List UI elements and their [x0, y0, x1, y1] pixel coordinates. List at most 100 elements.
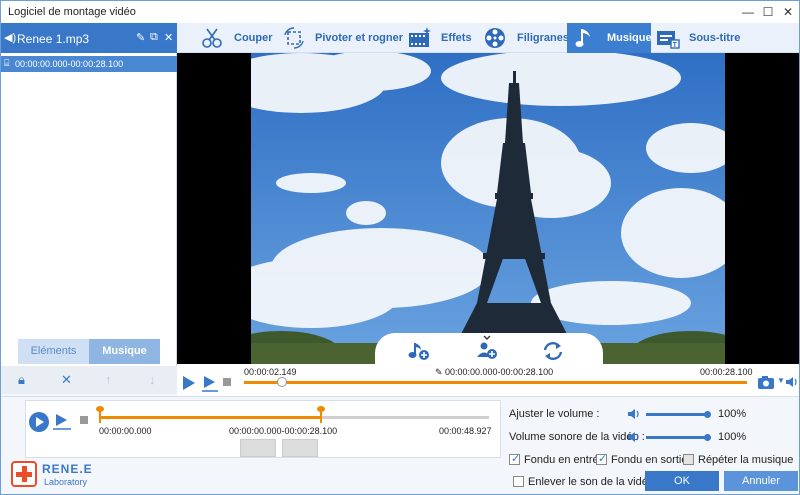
video-frame	[251, 53, 725, 364]
trim-start-handle[interactable]	[96, 406, 104, 423]
music-volume-thumb[interactable]	[704, 411, 711, 418]
trim-selection	[99, 416, 321, 419]
music-overlay-controls	[375, 333, 603, 364]
add-music-icon[interactable]	[407, 341, 431, 361]
film-effects-icon	[409, 27, 431, 47]
seek-thumb[interactable]	[277, 377, 288, 387]
delete-icon[interactable]: ✕	[61, 372, 72, 388]
music-volume-slider[interactable]	[646, 413, 707, 416]
pen-icon: ✎	[435, 367, 443, 377]
video-volume-value: 100%	[718, 431, 747, 443]
repeat-music-check[interactable]	[683, 454, 694, 465]
tab-effets[interactable]: Effets	[407, 23, 477, 53]
close-button[interactable]: ✕	[778, 3, 798, 21]
play-range-icon[interactable]	[202, 375, 218, 393]
repeat-music-label: Répéter la musique	[698, 454, 794, 466]
video-preview	[177, 53, 799, 364]
trim-end-time: 00:00:48.927	[439, 426, 492, 436]
file-clip-range[interactable]: ⌸ 00:00:00.000-00:00:28.100	[1, 56, 177, 72]
camera-icon[interactable]	[757, 374, 777, 390]
tab-filigranes[interactable]: Filigranes	[483, 23, 569, 53]
player-range: 00:00:00.000-00:00:28.100	[445, 367, 554, 377]
speaker-icon: ◀)	[4, 32, 17, 44]
tab-pivoter[interactable]: Pivoter et rogner	[281, 23, 404, 53]
video-volume-label: Volume sonore de la vidéo :	[509, 431, 645, 443]
repeat-music-checkbox[interactable]: Répéter la musique	[683, 454, 793, 466]
tab-musique[interactable]: Musique	[89, 339, 160, 364]
video-volume-slider[interactable]	[646, 436, 707, 439]
end-time: 00:00:28.100	[700, 367, 753, 377]
remove-icon[interactable]: ✕	[164, 31, 173, 44]
ok-button[interactable]: OK	[645, 471, 719, 491]
trim-stop-icon[interactable]	[80, 416, 88, 424]
logo-name: RENE.E	[42, 462, 93, 476]
trim-play-range-icon[interactable]	[53, 413, 73, 431]
fade-out-check[interactable]	[596, 452, 607, 465]
current-time: 00:00:02.149	[244, 367, 297, 377]
left-toolbar: 🔒︎ ✕ ↑ ↓	[1, 366, 177, 394]
set-start-button[interactable]	[240, 439, 276, 457]
tab-couper[interactable]: Couper	[199, 23, 279, 53]
fade-out-label: Fondu en sortie	[611, 454, 688, 466]
tab-musique-active[interactable]: Musique	[567, 23, 652, 53]
file-name: Renee 1.mp3	[17, 32, 90, 46]
music-volume-value: 100%	[718, 408, 747, 420]
file-range-text: 00:00:00.000-00:00:28.100	[15, 59, 124, 69]
video-volume-thumb[interactable]	[704, 434, 711, 441]
tab-elements[interactable]: Eléments	[18, 339, 89, 364]
move-up-icon[interactable]: ↑	[105, 372, 112, 387]
window-title: Logiciel de montage vidéo	[8, 6, 136, 18]
eiffel-tower-image	[251, 53, 725, 364]
film-reel-icon	[485, 28, 505, 48]
fade-out-checkbox[interactable]: Fondu en sortie	[596, 452, 688, 466]
logo-cross-icon	[11, 461, 37, 487]
maximize-button[interactable]: ☐	[758, 3, 778, 21]
trim-play-icon[interactable]	[28, 411, 50, 433]
replace-icon[interactable]	[541, 341, 565, 361]
video-volume-icon	[628, 432, 639, 442]
music-note-icon	[575, 29, 590, 47]
remove-video-sound-check[interactable]	[513, 476, 524, 487]
trim-start-time: 00:00:00.000	[99, 426, 152, 436]
remove-video-sound-checkbox[interactable]: Enlever le son de la vidéo	[513, 476, 654, 488]
fade-in-label: Fondu en entrée	[524, 454, 605, 466]
copy-icon[interactable]: ⧉	[150, 31, 158, 44]
move-down-icon[interactable]: ↓	[149, 372, 156, 387]
subtitle-icon: T	[657, 31, 680, 49]
edit-icon[interactable]: ✎	[136, 31, 145, 44]
trim-range: 00:00:00.000-00:00:28.100	[229, 426, 338, 436]
logo-sub: Laboratory	[44, 477, 88, 487]
fade-in-checkbox[interactable]: Fondu en entrée	[509, 452, 605, 466]
music-trim-panel: 00:00:00.000 00:00:00.000-00:00:28.100 0…	[25, 400, 501, 458]
tab-pivoter-label: Pivoter et rogner	[315, 32, 404, 44]
play-icon[interactable]	[182, 375, 196, 391]
svg-text:T: T	[673, 42, 678, 49]
scissors-icon	[202, 28, 222, 48]
music-volume-icon	[628, 409, 639, 419]
app-window: Logiciel de montage vidéo — ☐ ✕ ◀) Renee…	[0, 0, 800, 495]
lock-icon[interactable]: 🔒︎	[18, 372, 25, 388]
tab-filigranes-label: Filigranes	[517, 32, 569, 44]
file-item[interactable]: ◀) Renee 1.mp3 ✎ ⧉ ✕	[1, 23, 177, 53]
add-narration-icon[interactable]	[475, 335, 499, 361]
brand-logo: RENE.E Laboratory	[11, 461, 101, 491]
camera-dropdown-icon[interactable]: ▼	[777, 376, 785, 385]
edit-toolbar: Couper Pivoter et rogner Effets Filigran…	[177, 23, 799, 53]
tab-sous-titre-label: Sous-titre	[689, 32, 741, 44]
stop-icon[interactable]	[223, 378, 231, 386]
tab-couper-label: Couper	[234, 32, 273, 44]
tab-musique-label: Musique	[607, 32, 652, 44]
trim-end-handle[interactable]	[317, 406, 325, 423]
adjust-volume-label: Ajuster le volume :	[509, 408, 600, 420]
playback-bar: 00:00:02.149 ✎ 00:00:00.000-00:00:28.100…	[177, 364, 799, 396]
remove-video-sound-label: Enlever le son de la vidéo	[528, 476, 654, 488]
minimize-button[interactable]: —	[738, 3, 758, 21]
clip-icon: ⌸	[4, 58, 10, 68]
fade-in-check[interactable]	[509, 452, 520, 465]
cancel-button[interactable]: Annuler	[724, 471, 798, 491]
tab-sous-titre[interactable]: T Sous-titre	[655, 23, 745, 53]
volume-icon[interactable]	[785, 376, 799, 388]
title-bar: Logiciel de montage vidéo — ☐ ✕	[1, 1, 799, 23]
seek-track[interactable]	[244, 381, 747, 384]
set-end-button[interactable]	[282, 439, 318, 457]
